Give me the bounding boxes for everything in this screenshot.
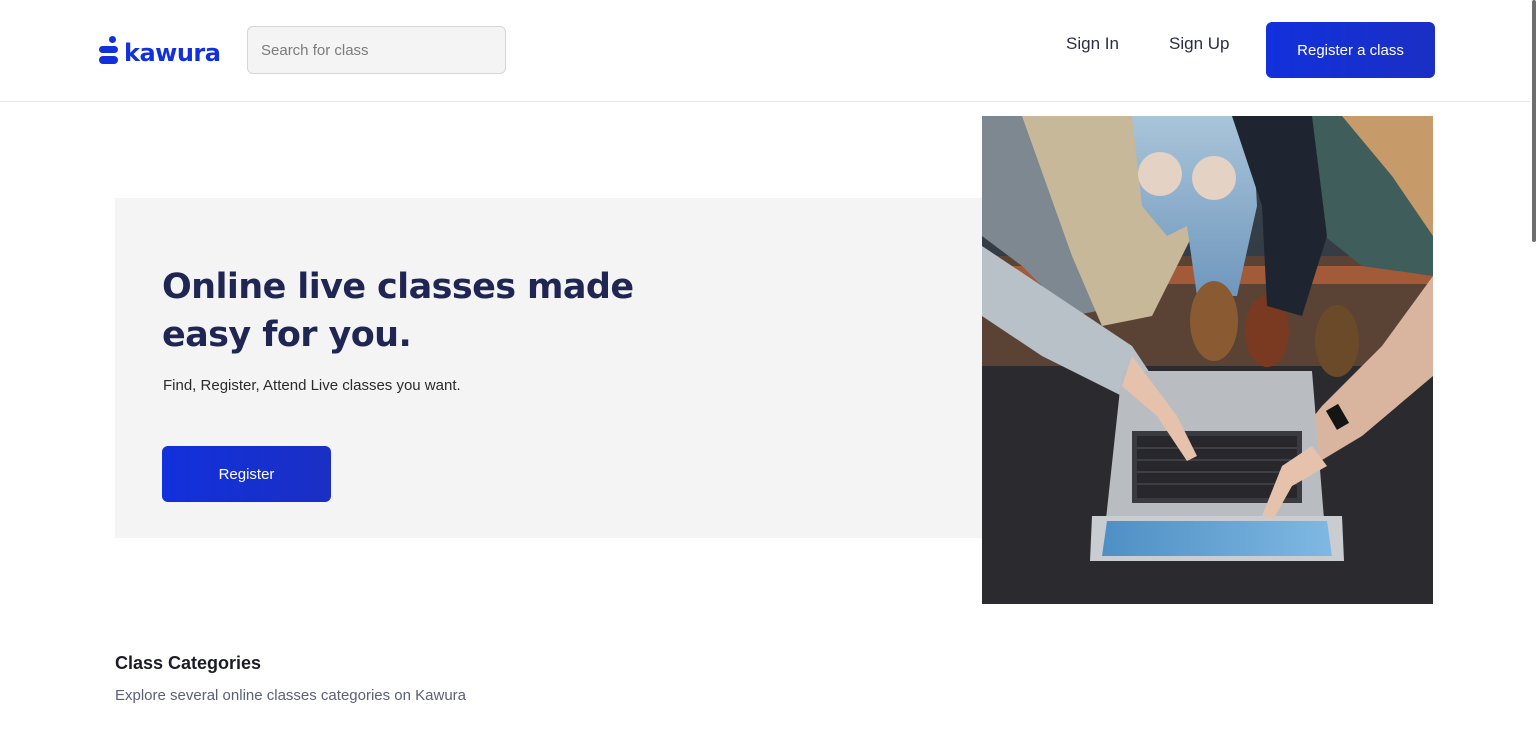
page-scrollbar[interactable] xyxy=(1530,0,1536,754)
logo-text: kawura xyxy=(124,39,221,67)
register-button[interactable]: Register xyxy=(162,446,331,502)
hero-title: Online live classes made easy for you. xyxy=(162,267,634,355)
kawura-logo[interactable]: kawura xyxy=(99,34,221,68)
register-a-class-button[interactable]: Register a class xyxy=(1266,22,1435,78)
hero-image-students-laptop xyxy=(982,116,1433,604)
kawura-logo-icon xyxy=(99,36,119,66)
class-categories-title: Class Categories xyxy=(115,653,262,673)
hero-subtitle: Find, Register, Attend Live classes you … xyxy=(163,377,461,394)
sign-up-link[interactable]: Sign Up xyxy=(1169,32,1229,56)
search-input[interactable] xyxy=(247,26,506,74)
sign-in-link[interactable]: Sign In xyxy=(1066,32,1119,56)
scrollbar-thumb[interactable] xyxy=(1532,0,1536,242)
site-header: kawura Sign In Sign Up Register a class xyxy=(0,0,1536,102)
class-categories-subtitle: Explore several online classes categorie… xyxy=(115,687,467,704)
